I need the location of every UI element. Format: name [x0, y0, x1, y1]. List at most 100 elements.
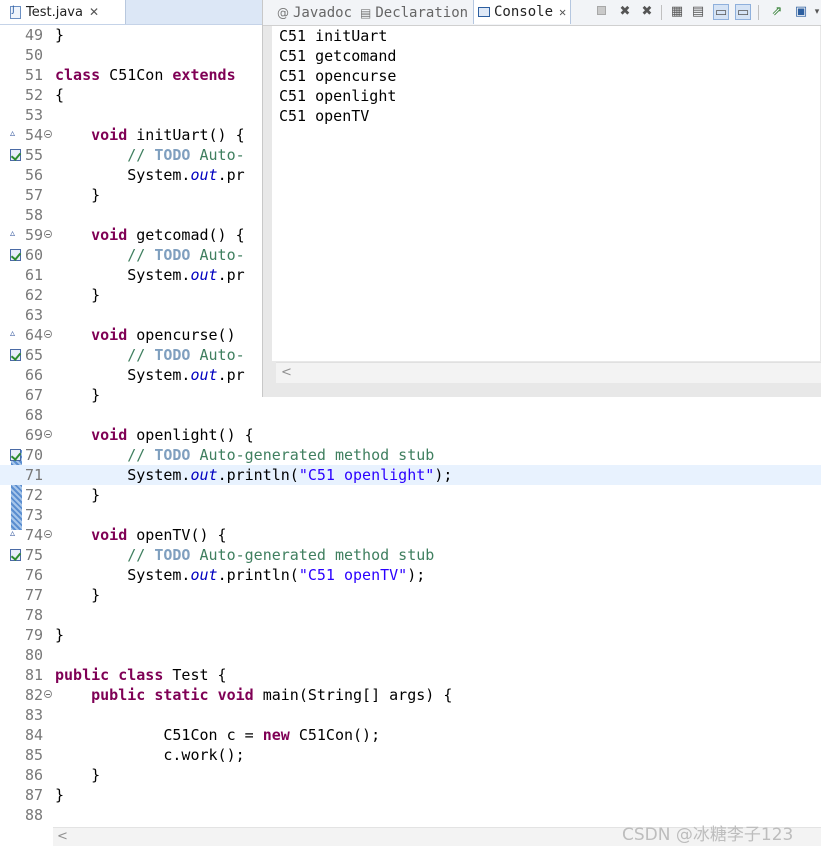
line-number: 76: [24, 566, 43, 584]
code-line: 72 }: [0, 485, 821, 505]
line-number: 60: [24, 246, 43, 264]
code-text: }: [91, 186, 101, 204]
code-text: }: [55, 786, 65, 804]
tab-declaration[interactable]: ▤ Declaration: [360, 0, 468, 25]
console-output-line: C51 getcomand: [279, 47, 397, 65]
toolbar-separator: [758, 5, 759, 20]
code-text: // TODO Auto-generated method stub: [127, 546, 435, 564]
fold-icon[interactable]: [44, 530, 52, 538]
fold-icon[interactable]: [44, 230, 52, 238]
code-text: public static void main(String[] args) {: [91, 686, 453, 704]
tab-javadoc[interactable]: @ Javadoc: [277, 0, 352, 25]
code-line: 79 }: [0, 625, 821, 645]
code-text: // TODO Auto-generated method stub: [127, 446, 435, 464]
line-number: 51: [24, 66, 43, 84]
line-number: 57: [24, 186, 43, 204]
console-view: @ Javadoc ▤ Declaration Console ✕ ✖ ✖ ▦ …: [262, 0, 821, 397]
view-menu-icon[interactable]: ▾: [812, 4, 821, 20]
line-number: 81: [24, 666, 43, 684]
fold-icon[interactable]: [44, 330, 52, 338]
close-icon[interactable]: ✕: [559, 5, 566, 19]
code-line: 68: [0, 405, 821, 425]
java-file-icon: [10, 5, 21, 19]
line-number: 67: [24, 386, 43, 404]
console-output-line: C51 openlight: [279, 87, 397, 105]
remove-launch-icon[interactable]: ✖: [617, 4, 633, 20]
code-text: // TODO Auto-: [127, 346, 245, 364]
code-text: void opencurse(): [91, 326, 236, 344]
fold-icon[interactable]: [44, 430, 52, 438]
code-text: }: [91, 286, 101, 304]
line-number: 77: [24, 586, 43, 604]
line-number: 50: [24, 46, 43, 64]
line-number: 63: [24, 306, 43, 324]
line-number: 82: [24, 686, 43, 704]
line-number: 61: [24, 266, 43, 284]
scroll-lock-icon[interactable]: ▦: [669, 4, 685, 20]
scroll-left-arrow[interactable]: <: [57, 828, 68, 845]
line-number: 88: [24, 806, 43, 824]
console-output-line: C51 initUart: [279, 27, 388, 45]
line-number: 74: [24, 526, 43, 544]
line-number: 87: [24, 786, 43, 804]
console-monitor-icon: [478, 7, 490, 17]
new-console-icon[interactable]: ▣: [793, 4, 809, 20]
code-text: }: [91, 486, 101, 504]
line-number: 84: [24, 726, 43, 744]
code-text: System.out.println("C51 openTV");: [127, 566, 426, 584]
scroll-left-arrow[interactable]: <: [281, 364, 292, 381]
code-text: void openTV() {: [91, 526, 227, 544]
terminate-icon[interactable]: [593, 4, 609, 20]
line-number: 79: [24, 626, 43, 644]
code-text: class C51Con extends: [55, 66, 236, 84]
code-text: }: [91, 586, 101, 604]
code-line: 75 // TODO Auto-generated method stub: [0, 545, 821, 565]
code-text: // TODO Auto-: [127, 146, 245, 164]
line-number: 73: [24, 506, 43, 524]
line-number: 64: [24, 326, 43, 344]
console-horizontal-scrollbar[interactable]: <: [276, 362, 821, 383]
tab-console[interactable]: Console ✕: [473, 0, 572, 24]
toolbar-separator: [661, 5, 662, 20]
line-number: 65: [24, 346, 43, 364]
remove-all-icon[interactable]: ✖: [639, 4, 655, 20]
editor-tab-label: Test.java: [26, 4, 83, 20]
code-text: void initUart() {: [91, 126, 245, 144]
line-number: 72: [24, 486, 43, 504]
line-number: 71: [24, 466, 43, 484]
code-line: 82 public static void main(String[] args…: [0, 685, 821, 705]
line-number: 59: [24, 226, 43, 244]
pin-console-icon[interactable]: ⇗: [769, 4, 785, 20]
line-number: 78: [24, 606, 43, 624]
code-text: }: [91, 766, 101, 784]
close-icon[interactable]: ✕: [89, 5, 99, 19]
code-line: 84 C51Con c = new C51Con();: [0, 725, 821, 745]
word-wrap-icon[interactable]: ▤: [690, 4, 706, 20]
line-number: 70: [24, 446, 43, 464]
show-on-error-icon[interactable]: ▭: [735, 4, 751, 20]
code-line: 86 }: [0, 765, 821, 785]
console-output-line: C51 openTV: [279, 107, 370, 125]
watermark: CSDN @冰糖李子123: [622, 825, 794, 845]
line-number: 83: [24, 706, 43, 724]
line-number: 80: [24, 646, 43, 664]
fold-icon[interactable]: [44, 130, 52, 138]
code-text: }: [91, 386, 101, 404]
code-line: ▵ 74 void openTV() {: [0, 525, 821, 545]
editor-tab-test-java[interactable]: Test.java ✕: [0, 0, 126, 24]
code-text: System.out.pr: [127, 266, 245, 284]
line-number: 52: [24, 86, 43, 104]
code-line: 69 void openlight() {: [0, 425, 821, 445]
show-on-output-icon[interactable]: ▭: [713, 4, 729, 20]
code-line: 78: [0, 605, 821, 625]
code-line: 87 }: [0, 785, 821, 805]
fold-icon[interactable]: [44, 690, 52, 698]
line-number: 49: [24, 26, 43, 44]
line-number: 55: [24, 146, 43, 164]
code-line: 80: [0, 645, 821, 665]
current-code-line: 71 System.out.println("C51 openlight");: [0, 465, 821, 485]
console-output[interactable]: C51 initUart C51 getcomand C51 opencurse…: [272, 26, 820, 361]
code-line: 73: [0, 505, 821, 525]
line-number: 68: [24, 406, 43, 424]
code-text: // TODO Auto-: [127, 246, 245, 264]
